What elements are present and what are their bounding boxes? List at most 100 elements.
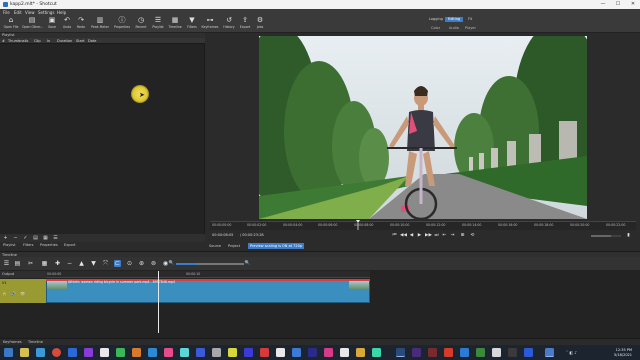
playlist-menu-button[interactable]: ☰ [52,235,59,241]
layout-audio-button[interactable]: Audio [449,26,459,30]
app-icon[interactable] [148,348,157,357]
ripple-all-button[interactable]: ⊚ [150,260,157,267]
app-icon[interactable] [260,348,269,357]
set-in-button[interactable]: ⇤ [442,233,447,238]
layout-logging-button[interactable]: Logging [426,17,446,22]
fast-forward-button[interactable]: ▶▶ [425,233,432,238]
preview-scaling-notice[interactable]: Preview scaling is ON at 720p [248,243,305,249]
skip-to-start-button[interactable]: ⏮ [392,233,397,238]
rewind-button[interactable]: ◀◀ [400,233,407,238]
properties-button[interactable]: ⓘ Properties [112,16,132,32]
step-back-button[interactable]: ◀ [409,233,414,238]
app-icon[interactable] [508,348,517,357]
app-icon[interactable] [372,348,381,357]
app-icon[interactable] [276,348,285,357]
skip-to-end-button[interactable]: ⏭ [434,233,439,238]
playlist-update-button[interactable]: ✓ [22,235,29,241]
minimize-button[interactable]: — [596,1,610,8]
play-button[interactable]: ▶ [417,233,422,238]
paste-button[interactable]: ▦ [41,260,48,267]
tab-playlist[interactable]: Playlist [3,243,15,247]
playlist-tiles-view-button[interactable]: ▦ [42,235,49,241]
shotcut-taskbar-icon[interactable] [545,348,554,357]
app-icon[interactable] [460,348,469,357]
speaker-icon[interactable]: 🔊 [11,291,16,296]
open-other-button[interactable]: ▤ Open Other... [22,16,43,32]
app-icon[interactable] [324,348,333,357]
app-icon[interactable] [476,348,485,357]
razor-icon[interactable]: ✂ [27,260,34,267]
tab-export[interactable]: Export [64,243,75,247]
zoom-in-icon[interactable]: 🔍 [244,260,251,267]
filters-button[interactable]: ▼ Filters [182,16,202,32]
playlist-add-button[interactable]: + [2,235,9,241]
open-file-button[interactable]: ⌂ Open File [1,16,21,32]
app-icon[interactable] [196,348,205,357]
layout-fx-button[interactable]: FX [465,17,475,22]
column-duration[interactable]: Duration [57,39,72,43]
tab-properties[interactable]: Properties [40,243,58,247]
set-out-button[interactable]: ⇥ [450,233,455,238]
tab-source[interactable]: Source [209,243,221,249]
audio-meter-icon[interactable]: ▮ [626,233,631,238]
playlist-details-view-button[interactable]: ▤ [32,235,39,241]
premiere-icon[interactable] [412,348,421,357]
app-icon[interactable] [524,348,533,357]
timeline-playhead[interactable] [158,271,159,333]
timeline-menu-button[interactable]: ☰ [3,260,10,267]
app-icon[interactable] [428,348,437,357]
video-preview-frame[interactable] [259,36,587,219]
ripple-delete-button[interactable]: − [66,260,73,267]
eye-icon[interactable]: 👁 [20,291,25,296]
append-button[interactable]: ✚ [54,260,61,267]
app-icon[interactable] [132,348,141,357]
taskbar-clock[interactable]: 12:35 PM 5/18/2021 [614,348,632,357]
volume-slider[interactable] [591,233,621,239]
keyframes-button[interactable]: ⊶ Keyframes [200,16,220,32]
viewer-time-ruler[interactable]: 00:00:00:00 00:00:02:00 00:00:04:00 00:0… [210,221,636,230]
tab-filters[interactable]: Filters [23,243,34,247]
v1-track-header[interactable]: V1 🔒 🔊 👁 [0,279,46,303]
close-button[interactable]: ✕ [626,1,640,8]
lock-icon[interactable]: 🔒 [2,291,7,296]
app-icon[interactable] [244,348,253,357]
edge-icon[interactable] [36,348,45,357]
tab-keyframes[interactable]: Keyframes [3,340,22,344]
jobs-button[interactable]: ⚙ Jobs [250,16,270,32]
tab-project[interactable]: Project [228,243,240,249]
timeline-ruler[interactable]: 00:00:00 00:00:10 [46,271,370,278]
app-icon[interactable] [492,348,501,357]
layout-color-button[interactable]: Color [431,26,440,30]
outlook-icon[interactable] [68,348,77,357]
app-icon[interactable] [212,348,221,357]
zoom-out-icon[interactable]: 🔍 [168,260,175,267]
layout-player-button[interactable]: Player [465,26,476,30]
app-icon[interactable] [100,348,109,357]
column-date[interactable]: Date [88,39,96,43]
acrobat-icon[interactable] [444,348,453,357]
app-icon[interactable] [292,348,301,357]
column-thumbnails[interactable]: Thumbnails [8,39,28,43]
playlist-remove-button[interactable]: − [12,235,19,241]
system-tray-icons[interactable]: ˄ ◧ ♪ [566,350,577,355]
overwrite-button[interactable]: ▼ [90,260,97,267]
scrub-toggle-button[interactable]: ⊙ [126,260,133,267]
start-button[interactable] [4,348,13,357]
layout-editing-button[interactable]: Editing [445,17,464,22]
peak-meter-button[interactable]: ▥ Peak Meter [90,16,110,32]
app-icon[interactable] [356,348,365,357]
photoshop-icon[interactable] [396,348,405,357]
viewer-playhead[interactable] [356,220,360,230]
lift-button[interactable]: ▲ [78,260,85,267]
tab-timeline[interactable]: Timeline [28,340,43,344]
ripple-toggle-button[interactable]: ⊛ [138,260,145,267]
snap-toggle-button[interactable]: ⊏ [114,260,121,267]
app-icon[interactable] [180,348,189,357]
grid-toggle-button[interactable]: ⊞ [460,233,465,238]
app-icon[interactable] [228,348,237,357]
file-explorer-icon[interactable] [20,348,29,357]
current-timecode[interactable]: 00:00:08:05 [212,233,233,237]
column-clip[interactable]: Clip [34,39,41,43]
app-icon[interactable] [340,348,349,357]
split-button[interactable]: ⤧ [102,260,109,267]
